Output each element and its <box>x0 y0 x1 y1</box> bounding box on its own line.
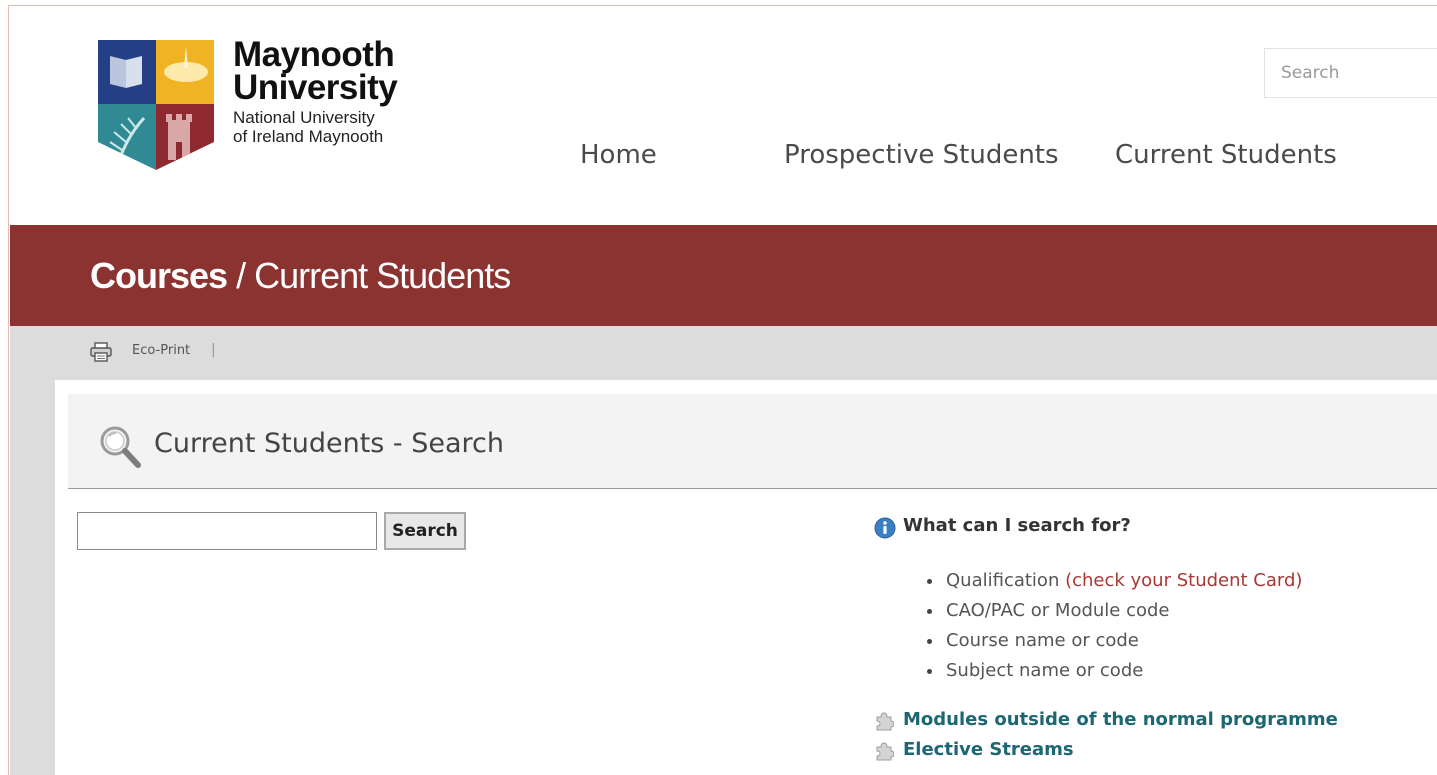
magnifier-icon <box>100 426 141 468</box>
page-banner: Courses / Current Students <box>10 225 1437 326</box>
main-nav: Home Prospective Students Current Studen… <box>0 140 1437 180</box>
list-item: Course name or code <box>926 626 1302 656</box>
brand-name-line1: Maynooth <box>233 35 395 74</box>
breadcrumb-current: Current Students <box>254 255 511 296</box>
puzzle-icon <box>876 712 894 731</box>
brand-name-line2: University <box>233 68 398 107</box>
breadcrumb-separator: / <box>227 255 255 296</box>
list-item: Subject name or code <box>926 656 1302 686</box>
list-item: CAO/PAC or Module code <box>926 596 1302 626</box>
hint-qualification: Qualification <box>946 570 1066 591</box>
hint-course: Course name or code <box>946 630 1139 651</box>
help-title: What can I search for? <box>903 515 1131 536</box>
search-hints-list: Qualification (check your Student Card) … <box>926 566 1302 686</box>
printer-icon[interactable] <box>90 342 112 362</box>
eco-print-link[interactable]: Eco-Print <box>132 343 190 358</box>
student-card-note[interactable]: (check your Student Card) <box>1065 570 1302 591</box>
hint-cao-pac: CAO/PAC or Module code <box>946 600 1170 621</box>
section-header: Current Students - Search <box>68 394 1437 489</box>
section-title: Current Students - Search <box>154 428 505 459</box>
university-wordmark[interactable]: Maynooth University National University … <box>233 35 398 146</box>
nav-item-home[interactable]: Home <box>580 140 657 170</box>
brand-sub-line1: National University <box>233 108 375 127</box>
elective-streams-label[interactable]: Elective Streams <box>903 739 1074 760</box>
nav-item-current-students[interactable]: Current Students <box>1115 140 1337 170</box>
info-icon <box>874 517 896 539</box>
page-toolbar: Eco-Print | <box>10 326 1437 380</box>
course-search-button[interactable]: Search <box>384 512 466 550</box>
list-item: Qualification (check your Student Card) <box>926 566 1302 596</box>
toolbar-separator: | <box>211 342 216 358</box>
site-search <box>1264 48 1437 98</box>
modules-outside-label[interactable]: Modules outside of the normal programme <box>903 709 1338 730</box>
site-search-input[interactable] <box>1265 49 1437 97</box>
nav-item-prospective-students[interactable]: Prospective Students <box>784 140 1059 170</box>
page-title: Courses / Current Students <box>90 255 511 297</box>
breadcrumb-courses[interactable]: Courses <box>90 255 228 296</box>
puzzle-icon <box>876 742 894 761</box>
hint-subject: Subject name or code <box>946 660 1144 681</box>
course-search-input[interactable] <box>77 512 377 550</box>
